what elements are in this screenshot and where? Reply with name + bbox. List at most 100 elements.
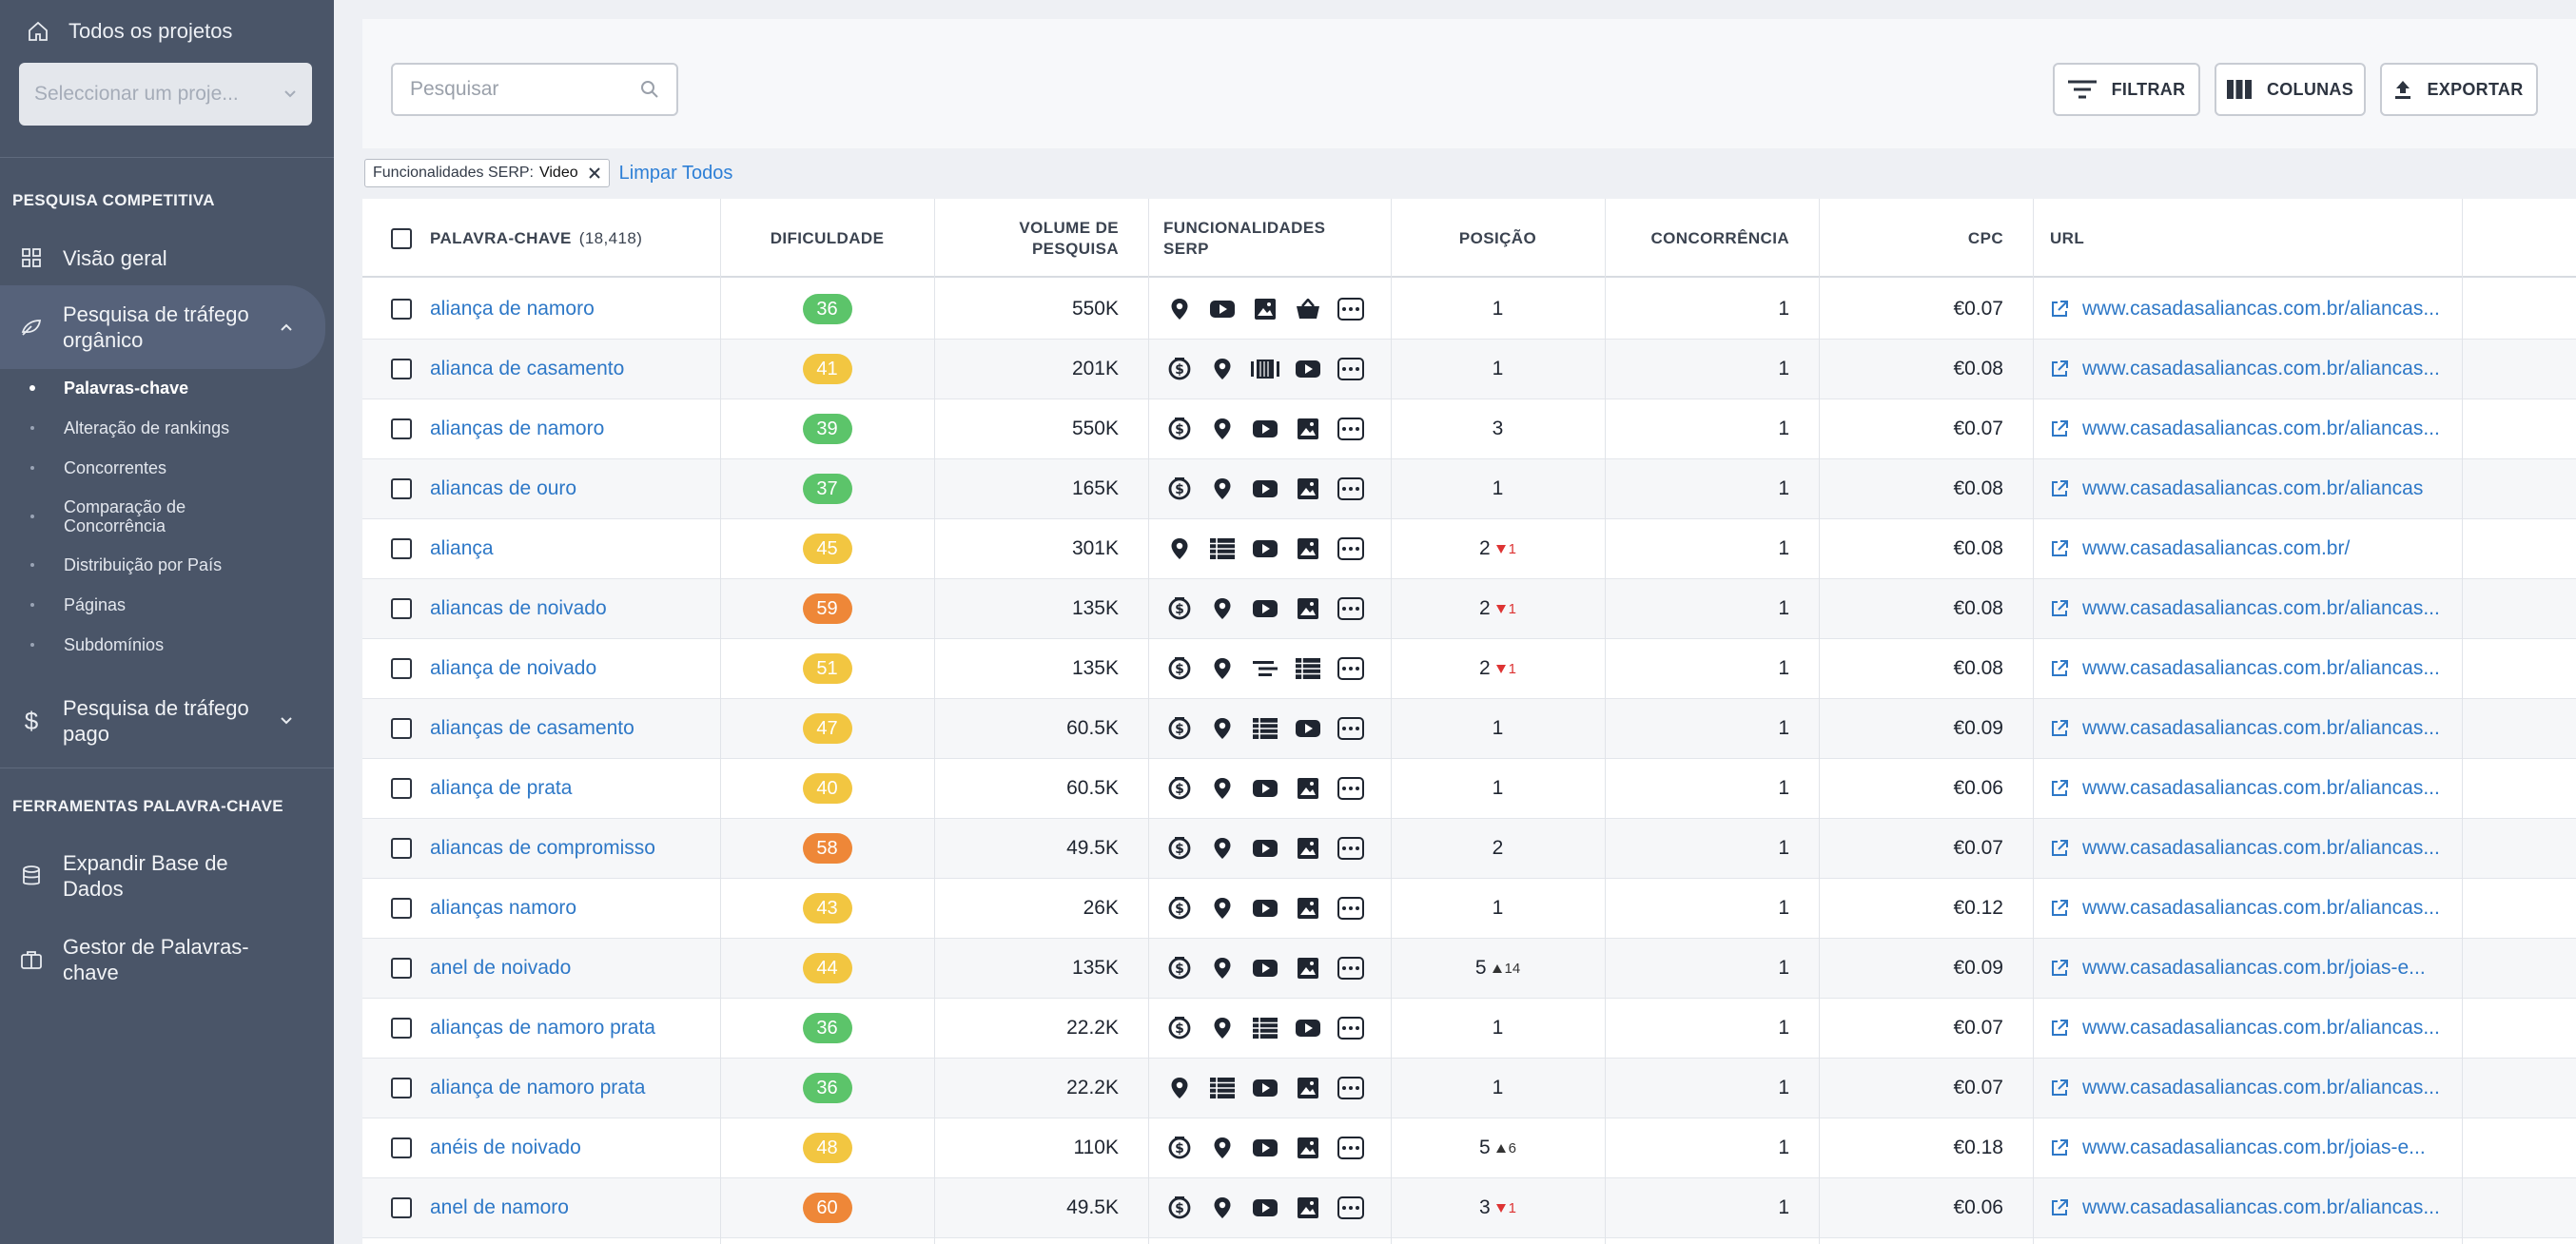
url-link[interactable]: www.casadasaliancas.com.br/aliancas... (2050, 879, 2440, 938)
filter-button[interactable]: FILTRAR (2053, 63, 2200, 116)
more-features-button[interactable] (1329, 1017, 1372, 1040)
url-link[interactable]: www.casadasaliancas.com.br/aliancas... (2050, 340, 2440, 398)
more-features-button[interactable] (1329, 717, 1372, 740)
keyword-link[interactable]: anel de noivado (430, 939, 571, 998)
url-link[interactable]: www.casadasaliancas.com.br/aliancas... (2050, 1178, 2440, 1237)
sidebar-subitem-ranking-changes[interactable]: Alteração de rankings (0, 418, 229, 437)
row-checkbox[interactable] (391, 819, 412, 878)
all-projects-link[interactable]: Todos os projetos (0, 0, 334, 63)
position-value: 2 (1478, 537, 1491, 559)
url-link[interactable]: www.casadasaliancas.com.br/joias-e... (2050, 1118, 2426, 1177)
row-checkbox[interactable] (391, 699, 412, 758)
keyword-link[interactable]: aliancas de noivado (430, 579, 607, 638)
row-checkbox[interactable] (391, 280, 412, 339)
header-keyword[interactable]: PALAVRA-CHAVE (18,418) (430, 199, 642, 278)
more-features-button[interactable] (1329, 358, 1372, 380)
more-features-button[interactable] (1329, 537, 1372, 560)
url-link[interactable]: www.casadasaliancas.com.br/ (2050, 519, 2350, 578)
more-features-button[interactable] (1329, 597, 1372, 620)
keyword-link[interactable]: aliança de noivado (430, 639, 596, 698)
table-row: anéis de noivado 48 110K $ 56 1 €0.18 ww… (362, 1118, 2576, 1178)
row-checkbox[interactable] (391, 399, 412, 458)
row-checkbox[interactable] (391, 939, 412, 998)
url-link[interactable]: www.casadasaliancas.com.br/aliancas (2050, 459, 2423, 518)
external-link-icon (2052, 720, 2068, 736)
keyword-link[interactable]: alianças de namoro (430, 399, 604, 458)
header-position[interactable]: POSIÇÃO (1391, 199, 1605, 278)
keyword-link[interactable]: anéis de noivado (430, 1118, 581, 1177)
row-checkbox[interactable] (391, 1059, 412, 1118)
sidebar-item-paid[interactable]: $ Pesquisa de tráfego pago (0, 694, 334, 748)
clear-all-link[interactable]: Limpar Todos (619, 163, 733, 185)
row-checkbox[interactable] (391, 340, 412, 398)
export-button[interactable]: EXPORTAR (2380, 63, 2538, 116)
search-input[interactable]: Pesquisar (391, 63, 678, 116)
header-volume[interactable]: VOLUME DE PESQUISA (934, 199, 1119, 278)
row-checkbox[interactable] (391, 999, 412, 1058)
more-features-button[interactable] (1329, 837, 1372, 860)
url-link[interactable]: www.casadasaliancas.com.br/aliancas... (2050, 699, 2440, 758)
url-link[interactable]: www.casadasaliancas.com.br/aliancas... (2050, 399, 2440, 458)
keyword-link[interactable]: alianças namoro (430, 879, 576, 938)
more-features-button[interactable] (1329, 657, 1372, 680)
row-checkbox[interactable] (391, 519, 412, 578)
header-difficulty[interactable]: DIFICULDADE (720, 199, 934, 278)
project-select[interactable]: Seleccionar um proje... (19, 63, 312, 126)
row-checkbox[interactable] (391, 579, 412, 638)
url-link[interactable]: www.casadasaliancas.com.br/aliancas... (2050, 1059, 2440, 1118)
url-link[interactable]: www.casadasaliancas.com.br/joias-e... (2050, 939, 2426, 998)
row-checkbox[interactable] (391, 1118, 412, 1177)
sidebar-item-expand-db[interactable]: Expandir Base de Dados (0, 849, 334, 903)
select-all-checkbox[interactable] (391, 199, 412, 278)
sidebar-item-overview[interactable]: Visão geral (0, 242, 334, 274)
row-checkbox[interactable] (391, 1178, 412, 1237)
keyword-link[interactable]: aliança de prata (430, 759, 572, 818)
keyword-link[interactable]: aliancas de compromisso (430, 819, 655, 878)
more-features-button[interactable] (1329, 298, 1372, 321)
serp-pin-icon (1158, 298, 1200, 321)
header-serp[interactable]: FUNCIONALIDADES SERP (1163, 199, 1325, 278)
sidebar-item-kw-manager[interactable]: Gestor de Palavras-chave (0, 933, 334, 986)
keyword-link[interactable]: anel de namoro (430, 1178, 569, 1237)
row-checkbox[interactable] (391, 879, 412, 938)
more-features-button[interactable] (1329, 957, 1372, 980)
serp-image-icon (1286, 478, 1329, 499)
columns-button[interactable]: COLUNAS (2215, 63, 2366, 116)
sidebar-subitem-pages[interactable]: Páginas (0, 595, 126, 614)
keyword-link[interactable]: aliança de namoro (430, 280, 595, 339)
keyword-link[interactable]: alianças de namoro prata (430, 999, 655, 1058)
more-features-button[interactable] (1329, 1077, 1372, 1099)
sidebar-subitem-keywords[interactable]: Palavras-chave (0, 379, 188, 398)
more-features-button[interactable] (1329, 477, 1372, 500)
more-features-button[interactable] (1329, 777, 1372, 800)
serp-features: $ (1158, 759, 1372, 818)
keyword-link[interactable]: alianca de casamento (430, 340, 624, 398)
filter-chip[interactable]: Funcionalidades SERP: Video (364, 159, 610, 187)
url-link[interactable]: www.casadasaliancas.com.br/aliancas... (2050, 639, 2440, 698)
url-link[interactable]: www.casadasaliancas.com.br/aliancas... (2050, 999, 2440, 1058)
header-url[interactable]: URL (2050, 199, 2084, 278)
close-icon[interactable] (588, 166, 601, 180)
sidebar-item-organic[interactable]: Pesquisa de tráfego orgânico (0, 285, 325, 369)
header-competition[interactable]: CONCORRÊNCIA (1605, 199, 1789, 278)
more-features-button[interactable] (1329, 418, 1372, 440)
more-features-button[interactable] (1329, 1196, 1372, 1219)
header-cpc[interactable]: CPC (1819, 199, 2003, 278)
keyword-link[interactable]: aliança (430, 519, 494, 578)
url-link[interactable]: www.casadasaliancas.com.br/aliancas... (2050, 819, 2440, 878)
sidebar-subitem-competitors[interactable]: Concorrentes (0, 458, 166, 477)
row-checkbox[interactable] (391, 639, 412, 698)
url-link[interactable]: www.casadasaliancas.com.br/aliancas... (2050, 759, 2440, 818)
sidebar-subitem-competition-comparison[interactable]: Comparação de Concorrência (0, 496, 206, 536)
sidebar-subitem-subdomains[interactable]: Subdomínios (0, 635, 164, 654)
sidebar-subitem-country-distribution[interactable]: Distribuição por País (0, 555, 222, 574)
more-features-button[interactable] (1329, 897, 1372, 920)
keyword-link[interactable]: alianças de casamento (430, 699, 634, 758)
row-checkbox[interactable] (391, 759, 412, 818)
keyword-link[interactable]: aliancas de ouro (430, 459, 576, 518)
url-link[interactable]: www.casadasaliancas.com.br/aliancas... (2050, 280, 2440, 339)
more-features-button[interactable] (1329, 1137, 1372, 1159)
keyword-link[interactable]: aliança de namoro prata (430, 1059, 645, 1118)
row-checkbox[interactable] (391, 459, 412, 518)
url-link[interactable]: www.casadasaliancas.com.br/aliancas... (2050, 579, 2440, 638)
